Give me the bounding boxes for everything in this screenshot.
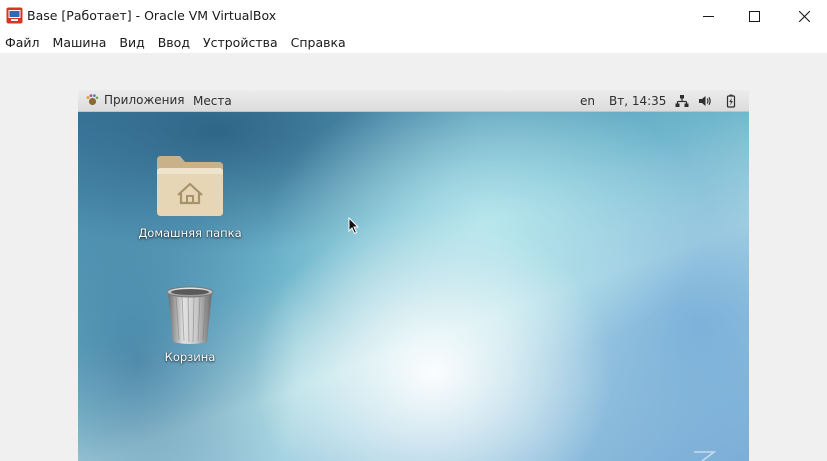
volume-icon[interactable] [698,94,712,108]
guest-screen[interactable]: Приложения Места en Вт, 14:35 Домашняя п… [78,90,749,461]
gnome-top-panel: Приложения Места en Вт, 14:35 [78,90,749,112]
close-button[interactable] [781,0,827,32]
minimize-button[interactable] [685,0,731,32]
menu-bar: Файл Машина Вид Ввод Устройства Справка [0,32,827,53]
desktop-icon-label: Корзина [164,350,216,364]
desktop-icon-trash[interactable]: Корзина [130,282,250,364]
mouse-cursor-icon [348,217,360,235]
applications-label: Приложения [104,93,185,107]
panel-clock[interactable]: Вт, 14:35 [609,94,666,108]
window-title: Base [Работает] - Oracle VM VirtualBox [27,8,277,23]
menu-devices[interactable]: Устройства [203,35,278,50]
menu-machine[interactable]: Машина [53,35,107,50]
menu-file[interactable]: Файл [5,35,40,50]
menu-help[interactable]: Справка [291,35,346,50]
close-icon [798,10,810,22]
keyboard-layout-indicator[interactable]: en [580,94,595,108]
window-titlebar[interactable]: Base [Работает] - Oracle VM VirtualBox [0,0,827,32]
applications-menu[interactable]: Приложения [85,93,185,107]
gnome-foot-icon [86,94,99,106]
desktop-background[interactable]: Домашняя папка Корзина [78,112,749,461]
network-icon[interactable] [675,94,689,108]
virtualbox-app-icon [6,7,23,24]
battery-icon[interactable] [724,94,738,108]
trash-icon [166,286,214,344]
minimize-icon [702,15,714,17]
home-folder-icon [157,156,223,216]
distro-watermark-icon [694,451,717,461]
menu-view[interactable]: Вид [119,35,144,50]
places-menu[interactable]: Места [193,94,232,108]
maximize-button[interactable] [731,0,777,32]
desktop-icon-home-folder[interactable]: Домашняя папка [130,150,250,240]
maximize-icon [748,10,760,22]
menu-input[interactable]: Ввод [158,35,190,50]
desktop-icon-label: Домашняя папка [138,226,242,240]
